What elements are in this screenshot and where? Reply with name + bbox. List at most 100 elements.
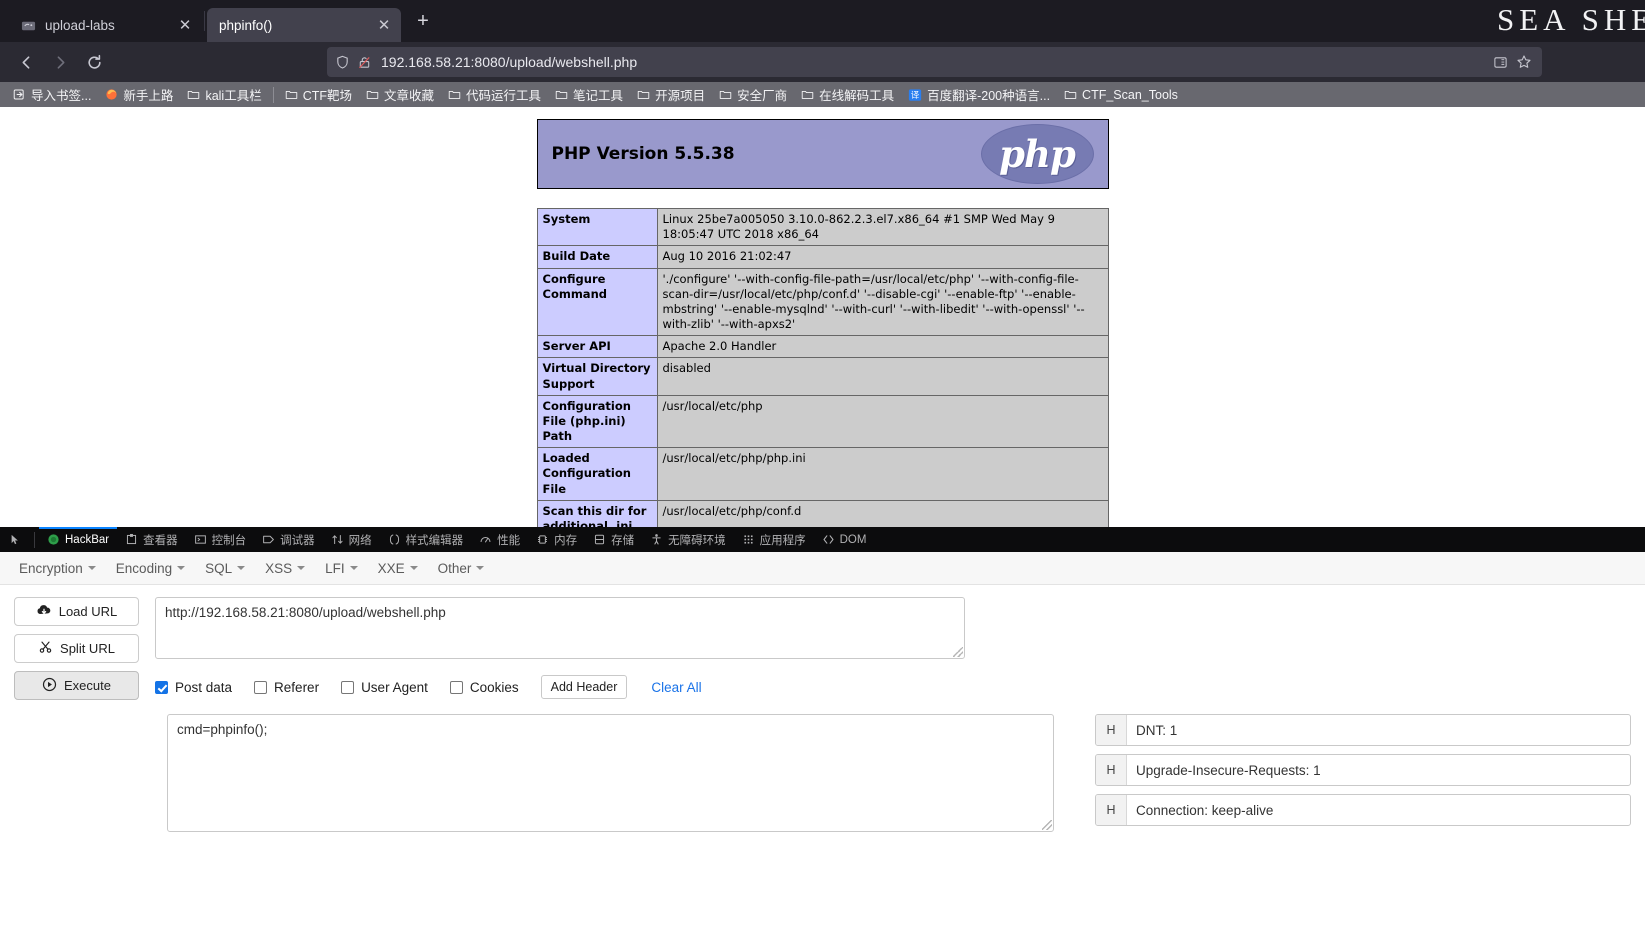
devtools-tab-application[interactable]: 应用程序 — [734, 527, 814, 552]
browser-tab-upload-labs[interactable]: upload-labs ✕ — [8, 8, 202, 42]
bookmark-ctf-range[interactable]: CTF靶场 — [278, 84, 359, 106]
element-picker-icon[interactable] — [2, 527, 30, 552]
bookmark-articles[interactable]: 文章收藏 — [359, 84, 441, 106]
bookmark-label: CTF靶场 — [302, 89, 353, 103]
menu-label: XSS — [265, 560, 293, 576]
dom-icon — [822, 533, 835, 546]
devtools-tab-label: 性能 — [497, 534, 521, 547]
menu-sql[interactable]: SQL — [196, 556, 254, 581]
shield-icon[interactable] — [335, 55, 350, 70]
bookmark-baidu-translate[interactable]: 译 百度翻译-200种语言... — [901, 84, 1057, 106]
header-row[interactable]: H Connection: keep-alive — [1095, 794, 1631, 826]
bookmark-code-run-tools[interactable]: 代码运行工具 — [441, 84, 548, 106]
forward-button[interactable] — [44, 46, 76, 78]
tab-divider — [204, 11, 205, 31]
post-data-input[interactable]: cmd=phpinfo(); — [167, 714, 1054, 832]
add-header-button[interactable]: Add Header — [540, 675, 628, 699]
storage-icon — [593, 533, 606, 546]
execute-button[interactable]: Execute — [14, 671, 139, 700]
bookmark-online-decode-tools[interactable]: 在线解码工具 — [794, 84, 901, 106]
resize-handle[interactable] — [1042, 820, 1052, 830]
cloud-download-icon — [36, 603, 52, 620]
checkbox-label: User Agent — [361, 679, 428, 695]
checkbox-cookies[interactable]: Cookies — [449, 680, 519, 695]
header-value[interactable]: DNT: 1 — [1127, 715, 1630, 745]
browser-tab-phpinfo[interactable]: phpinfo() ✕ — [207, 8, 401, 42]
resize-handle[interactable] — [953, 647, 963, 657]
firefox-icon — [105, 88, 118, 101]
close-icon[interactable]: ✕ — [176, 16, 194, 34]
checkbox-referer[interactable]: Referer — [254, 680, 319, 695]
devtools-tab-hackbar[interactable]: HackBar — [39, 527, 118, 552]
bookmark-label: 在线解码工具 — [819, 89, 895, 103]
menu-encoding[interactable]: Encoding — [107, 556, 194, 581]
menu-encryption[interactable]: Encryption — [10, 556, 105, 581]
devtools-tab-memory[interactable]: 内存 — [528, 527, 585, 552]
devtools-tab-network[interactable]: 网络 — [323, 527, 380, 552]
folder-icon — [448, 88, 461, 101]
devtools-tab-label: DOM — [839, 533, 867, 546]
table-row: System Linux 25be7a005050 3.10.0-862.2.3… — [536, 207, 1109, 247]
svg-text:译: 译 — [911, 90, 920, 100]
bookmark-getting-started[interactable]: 新手上路 — [98, 84, 180, 106]
table-cell-value: Linux 25be7a005050 3.10.0-862.2.3.el7.x8… — [656, 207, 1109, 247]
table-cell-key: Configure Command — [536, 267, 658, 337]
devtools-tab-console[interactable]: 控制台 — [186, 527, 255, 552]
back-button[interactable] — [10, 46, 42, 78]
devtools-tab-inspector[interactable]: 查看器 — [117, 527, 186, 552]
header-value[interactable]: Upgrade-Insecure-Requests: 1 — [1127, 755, 1630, 785]
table-cell-key: System — [536, 207, 658, 247]
checkbox-input[interactable] — [341, 680, 355, 694]
split-url-button[interactable]: Split URL — [14, 634, 139, 663]
folder-icon — [366, 88, 379, 101]
menu-other[interactable]: Other — [429, 556, 494, 581]
bookmark-import[interactable]: 导入书签... — [6, 84, 98, 106]
php-version-title: PHP Version 5.5.38 — [551, 144, 735, 164]
bookmark-open-source[interactable]: 开源项目 — [630, 84, 712, 106]
url-input[interactable]: http://192.168.58.21:8080/upload/webshel… — [155, 597, 965, 659]
devtools-tab-accessibility[interactable]: 无障碍环境 — [642, 527, 734, 552]
star-icon[interactable] — [1514, 52, 1534, 72]
devtools-tab-storage[interactable]: 存储 — [585, 527, 642, 552]
reload-button[interactable] — [78, 46, 110, 78]
devtools-tab-performance[interactable]: 性能 — [471, 527, 528, 552]
button-label: Load URL — [58, 604, 118, 619]
folder-icon — [187, 88, 200, 101]
bookmark-ctf-scan-tools[interactable]: CTF_Scan_Tools — [1057, 84, 1185, 106]
broken-lock-icon[interactable] — [357, 55, 372, 70]
devtools-tab-style-editor[interactable]: 样式编辑器 — [380, 527, 472, 552]
header-value[interactable]: Connection: keep-alive — [1127, 795, 1630, 825]
new-tab-button[interactable]: + — [407, 5, 439, 37]
bookmark-label: 新手上路 — [123, 89, 174, 103]
url-text[interactable]: 192.168.58.21:8080/upload/webshell.php — [381, 54, 1486, 70]
checkbox-post-data[interactable]: Post data — [155, 680, 232, 695]
address-bar[interactable]: 192.168.58.21:8080/upload/webshell.php — [327, 47, 1542, 77]
bookmark-security-vendors[interactable]: 安全厂商 — [712, 84, 794, 106]
close-icon[interactable]: ✕ — [375, 16, 393, 34]
checkbox-input[interactable] — [254, 680, 268, 694]
table-cell-value: disabled — [656, 357, 1109, 396]
table-cell-key: Virtual Directory Support — [536, 357, 658, 396]
bookmark-label: 代码运行工具 — [466, 89, 542, 103]
table-cell-key: Loaded Configuration File — [536, 447, 658, 501]
bookmark-kali-tools[interactable]: kali工具栏 — [180, 84, 268, 106]
devtools-tab-label: 存储 — [611, 534, 635, 547]
checkbox-user-agent[interactable]: User Agent — [341, 680, 428, 695]
folder-icon — [801, 88, 814, 101]
menu-xss[interactable]: XSS — [256, 556, 314, 581]
devtools-tab-debugger[interactable]: 调试器 — [254, 527, 323, 552]
header-row[interactable]: H DNT: 1 — [1095, 714, 1631, 746]
load-url-button[interactable]: Load URL — [14, 597, 139, 626]
folder-icon — [285, 88, 298, 101]
table-cell-key: Build Date — [536, 245, 658, 269]
reader-mode-icon[interactable] — [1490, 52, 1510, 72]
menu-xxe[interactable]: XXE — [369, 556, 427, 581]
bookmark-note-tools[interactable]: 笔记工具 — [548, 84, 630, 106]
header-row[interactable]: H Upgrade-Insecure-Requests: 1 — [1095, 754, 1631, 786]
menu-lfi[interactable]: LFI — [316, 556, 367, 581]
devtools-tab-label: 应用程序 — [759, 534, 806, 547]
clear-all-link[interactable]: Clear All — [651, 680, 701, 695]
devtools-tab-dom[interactable]: DOM — [814, 527, 875, 552]
checkbox-input[interactable] — [449, 680, 463, 694]
checkbox-input[interactable] — [155, 680, 168, 694]
